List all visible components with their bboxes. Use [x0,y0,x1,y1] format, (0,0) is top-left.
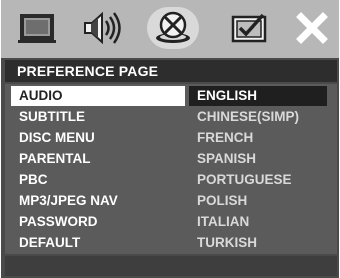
option-french[interactable]: FRENCH [189,128,327,148]
audio-setup-button[interactable] [79,7,127,49]
setup-toolbar [1,0,339,58]
dvd-setup-screen: PREFERENCE PAGE AUDIO SUBTITLE DISC MENU… [1,0,339,278]
option-italian[interactable]: ITALIAN [189,212,327,232]
settings-panel: AUDIO SUBTITLE DISC MENU PARENTAL PBC MP… [5,84,337,254]
exit-button[interactable] [288,7,336,49]
general-setup-icon [18,14,56,43]
menu-item-disc-menu[interactable]: DISC MENU [11,128,185,148]
general-setup-button[interactable] [13,7,61,49]
menu-item-mp3-jpeg-nav[interactable]: MP3/JPEG NAV [11,191,185,211]
option-spanish[interactable]: SPANISH [189,149,327,169]
preference-button[interactable] [226,7,274,49]
option-turkish[interactable]: TURKISH [189,233,327,253]
menu-item-subtitle[interactable]: SUBTITLE [11,107,185,127]
video-setup-icon [156,11,190,43]
option-chinese-simp[interactable]: CHINESE(SIMP) [189,107,327,127]
page-title: PREFERENCE PAGE [17,63,159,79]
menu-item-audio[interactable]: AUDIO [11,86,185,106]
page-title-bar: PREFERENCE PAGE [5,60,337,82]
option-polish[interactable]: POLISH [189,191,327,211]
menu-item-parental[interactable]: PARENTAL [11,149,185,169]
menu-item-password[interactable]: PASSWORD [11,212,185,232]
option-english[interactable]: ENGLISH [189,86,327,106]
option-portuguese[interactable]: PORTUGUESE [189,170,327,190]
menu-item-default[interactable]: DEFAULT [11,233,185,253]
preference-icon [231,13,267,43]
footer-bar [5,256,337,276]
exit-icon [296,12,328,44]
video-setup-button[interactable] [147,7,199,49]
audio-setup-icon [84,11,121,45]
menu-item-pbc[interactable]: PBC [11,170,185,190]
